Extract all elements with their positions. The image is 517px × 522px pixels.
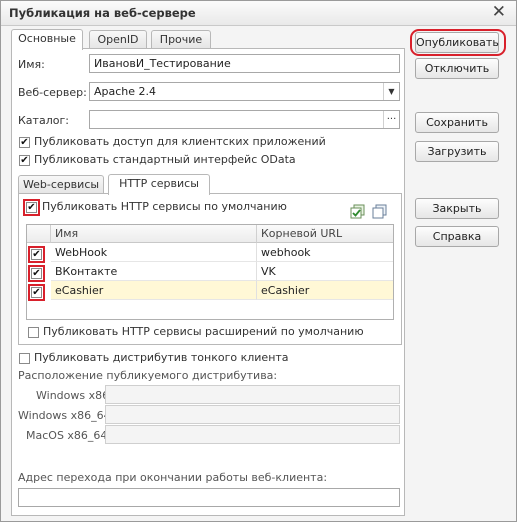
thin-client-checkbox[interactable]: [19, 353, 30, 364]
close-icon[interactable]: ✕: [492, 3, 506, 21]
server-select[interactable]: Apache 2.4 ▼: [89, 82, 400, 101]
win64-label: Windows x86_64:: [18, 409, 115, 422]
distrib-location-label: Расположение публикуемого дистрибутива:: [18, 369, 278, 382]
dialog-title: Публикация на веб-сервере: [9, 6, 196, 20]
http-default-label: Публиковать HTTP сервисы по умолчанию: [42, 200, 287, 213]
publish-dialog: Публикация на веб-сервере ✕ Основные Ope…: [0, 0, 517, 522]
row-checkbox[interactable]: ✔: [31, 268, 42, 279]
publish-button[interactable]: Опубликовать: [415, 32, 499, 53]
server-value: Apache 2.4: [94, 85, 157, 98]
http-ext-label: Публиковать HTTP сервисы расширений по у…: [43, 325, 364, 338]
check-all-icon[interactable]: [350, 204, 366, 220]
subtab-http-services[interactable]: HTTP сервисы: [108, 174, 210, 195]
odata-checkbox[interactable]: ✔: [19, 155, 30, 166]
name-field[interactable]: ИвановИ_Тестирование: [89, 54, 400, 73]
chevron-down-icon[interactable]: ▼: [383, 83, 399, 100]
uncheck-all-icon[interactable]: [372, 204, 388, 220]
tab-openid[interactable]: OpenID: [89, 30, 147, 49]
subtab-web-services[interactable]: Web-сервисы: [18, 175, 104, 194]
row-name: WebHook: [51, 243, 257, 262]
load-button[interactable]: Загрузить: [415, 141, 499, 162]
row-name: eCashier: [51, 281, 257, 300]
http-default-checkbox[interactable]: ✔: [26, 202, 37, 213]
catalog-field[interactable]: ...: [89, 110, 400, 129]
row-checkbox[interactable]: ✔: [31, 287, 42, 298]
table-header-name[interactable]: Имя: [51, 225, 257, 243]
client-apps-checkbox[interactable]: ✔: [19, 137, 30, 148]
odata-label: Публиковать стандартный интерфейс OData: [34, 153, 296, 166]
client-apps-label: Публиковать доступ для клиентских прилож…: [34, 135, 326, 148]
http-ext-checkbox[interactable]: [28, 327, 39, 338]
disable-button[interactable]: Отключить: [415, 58, 499, 79]
redirect-label: Адрес перехода при окончании работы веб-…: [18, 471, 328, 484]
table-header-url[interactable]: Корневой URL: [257, 225, 393, 243]
mac-label: MacOS x86_64:: [26, 429, 112, 442]
server-label: Веб-сервер:: [18, 86, 87, 99]
redirect-field[interactable]: [18, 488, 400, 507]
row-url: eCashier: [257, 281, 393, 300]
help-button[interactable]: Справка: [415, 226, 499, 247]
save-button[interactable]: Сохранить: [415, 112, 499, 133]
row-url: VK: [257, 262, 393, 281]
main-tab-panel: Имя: ИвановИ_Тестирование Веб-сервер: Ap…: [11, 48, 405, 516]
win64-field[interactable]: [105, 405, 400, 424]
close-button[interactable]: Закрыть: [415, 198, 499, 219]
browse-icon[interactable]: ...: [383, 111, 399, 128]
http-services-table: Имя Корневой URL ✔ WebHook webhook ✔ ВКо…: [26, 224, 394, 320]
name-label: Имя:: [18, 58, 45, 71]
row-checkbox[interactable]: ✔: [31, 249, 42, 260]
title-bar: Публикация на веб-сервере ✕: [1, 1, 516, 26]
thin-client-label: Публиковать дистрибутив тонкого клиента: [34, 351, 289, 364]
name-value: ИвановИ_Тестирование: [94, 57, 231, 70]
win86-field[interactable]: [105, 385, 400, 404]
http-services-panel: ✔ Публиковать HTTP сервисы по умолчанию …: [18, 193, 402, 345]
catalog-label: Каталог:: [18, 114, 69, 127]
tab-main[interactable]: Основные: [11, 29, 83, 50]
tab-other[interactable]: Прочие: [151, 30, 211, 49]
mac-field[interactable]: [105, 425, 400, 444]
row-name: ВКонтакте: [51, 262, 257, 281]
win86-label: Windows x86:: [36, 389, 113, 402]
table-header-check: [27, 225, 51, 243]
row-url: webhook: [257, 243, 393, 262]
